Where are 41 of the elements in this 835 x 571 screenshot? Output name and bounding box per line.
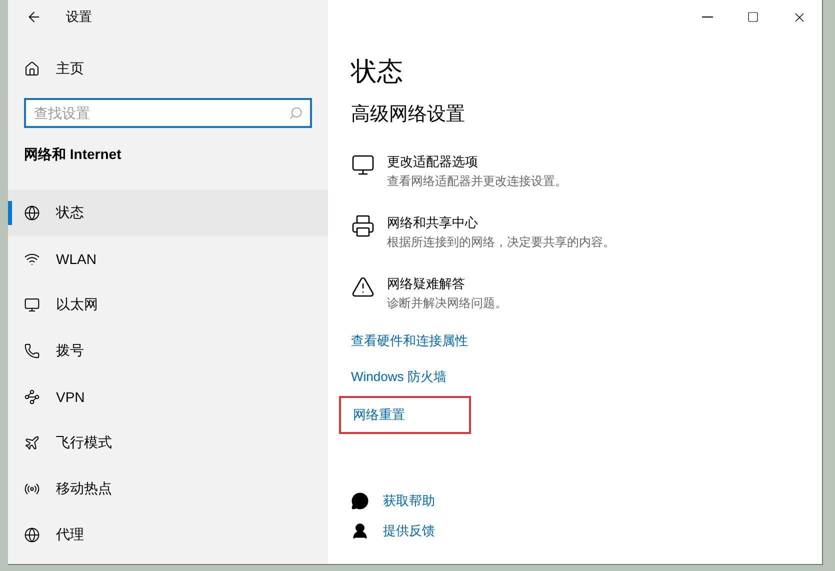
help-link[interactable]: 获取帮助 (383, 492, 435, 510)
settings-link[interactable]: 查看硬件和连接属性 (351, 332, 468, 350)
settings-link[interactable]: Windows 防火墙 (351, 368, 446, 386)
globe-icon (24, 527, 40, 543)
option-description: 根据所连接到的网络，决定要共享的内容。 (387, 234, 615, 251)
nav-item[interactable]: VPN (8, 374, 328, 420)
home-nav-item[interactable]: 主页 (24, 56, 84, 82)
network-icon (24, 389, 40, 405)
option-link[interactable]: 网络和共享中心 (387, 214, 615, 232)
section-heading: 高级网络设置 (351, 103, 466, 127)
nav-item[interactable]: 代理 (8, 512, 328, 558)
phone-icon (24, 343, 40, 359)
monitor-icon (351, 153, 375, 177)
nav-item[interactable]: 飞行模式 (8, 420, 328, 466)
help-icon (351, 492, 369, 510)
option-description: 诊断并解决网络问题。 (387, 295, 507, 312)
antenna-icon (24, 481, 40, 497)
globe-icon (24, 205, 40, 221)
printer-icon (351, 214, 375, 238)
warning-icon (351, 275, 375, 299)
nav-item[interactable]: 以太网 (8, 282, 328, 328)
window-title: 设置 (66, 8, 92, 26)
nav-item[interactable]: 移动热点 (8, 466, 328, 512)
help-link[interactable]: 提供反馈 (383, 522, 435, 540)
home-icon (24, 61, 40, 77)
search-icon (289, 106, 303, 120)
option-link[interactable]: 更改适配器选项 (387, 153, 567, 171)
maximize-icon (747, 11, 759, 23)
person-icon (351, 522, 369, 540)
search-field[interactable]: 查找设置 (24, 98, 312, 128)
settings-link[interactable]: 网络重置 (339, 396, 471, 434)
page-title: 状态 (351, 55, 404, 88)
option-description: 查看网络适配器并更改连接设置。 (387, 173, 567, 190)
nav-item[interactable]: 拨号 (8, 328, 328, 374)
monitor-icon (24, 297, 40, 313)
minimize-icon (702, 16, 712, 18)
plane-icon (24, 435, 40, 451)
option-link[interactable]: 网络疑难解答 (387, 275, 507, 293)
nav-item[interactable]: WLAN (8, 236, 328, 282)
section-heading: 网络和 Internet (24, 146, 122, 164)
nav-item[interactable]: 状态 (8, 190, 328, 236)
